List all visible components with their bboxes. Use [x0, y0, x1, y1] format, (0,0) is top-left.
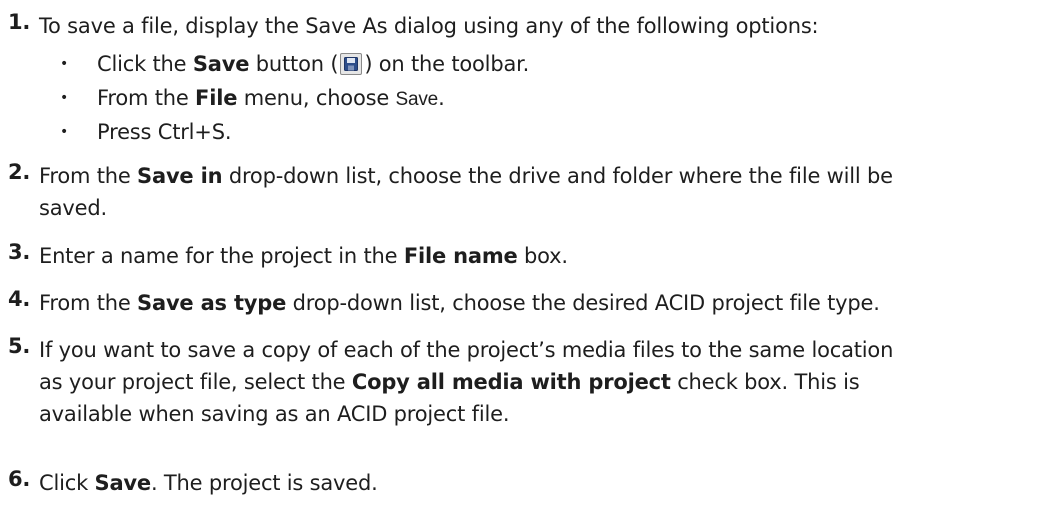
step-text: available when saving as an ACID project… — [39, 402, 510, 426]
bullet-marker: • — [60, 90, 69, 106]
step-text: Enter a name for the project in the File… — [39, 244, 568, 268]
floppy-disk-icon — [340, 53, 363, 75]
step-text: From the Save in drop-down list, choose … — [39, 164, 893, 188]
step-text: Click Save. The project is saved. — [39, 471, 378, 495]
step-text: saved. — [39, 196, 107, 220]
step-number: 4. — [8, 287, 31, 311]
step-number: 6. — [8, 467, 31, 491]
step-text: To save a file, display the Save As dial… — [39, 14, 819, 38]
ui-term: Save in — [137, 164, 223, 188]
step-text: If you want to save a copy of each of th… — [39, 338, 894, 362]
step-number: 1. — [8, 10, 31, 34]
step-text: as your project file, select the Copy al… — [39, 370, 860, 394]
bullet-marker: • — [60, 124, 69, 140]
menu-command: Save — [395, 89, 439, 110]
step-text: From the Save as type drop-down list, ch… — [39, 291, 880, 315]
ui-term: File — [195, 86, 238, 110]
ui-term: File name — [403, 244, 518, 268]
ui-term: Save — [94, 471, 152, 495]
step-number: 5. — [8, 334, 31, 358]
step-number: 3. — [8, 240, 31, 264]
ui-term: Save as type — [137, 291, 287, 315]
ui-term: Copy all media with project — [351, 370, 671, 394]
step-number: 2. — [8, 160, 31, 184]
bullet-marker: • — [60, 56, 69, 72]
instructions-document: 1. To save a file, display the Save As d… — [0, 0, 1055, 512]
ui-term: Save — [192, 52, 250, 76]
